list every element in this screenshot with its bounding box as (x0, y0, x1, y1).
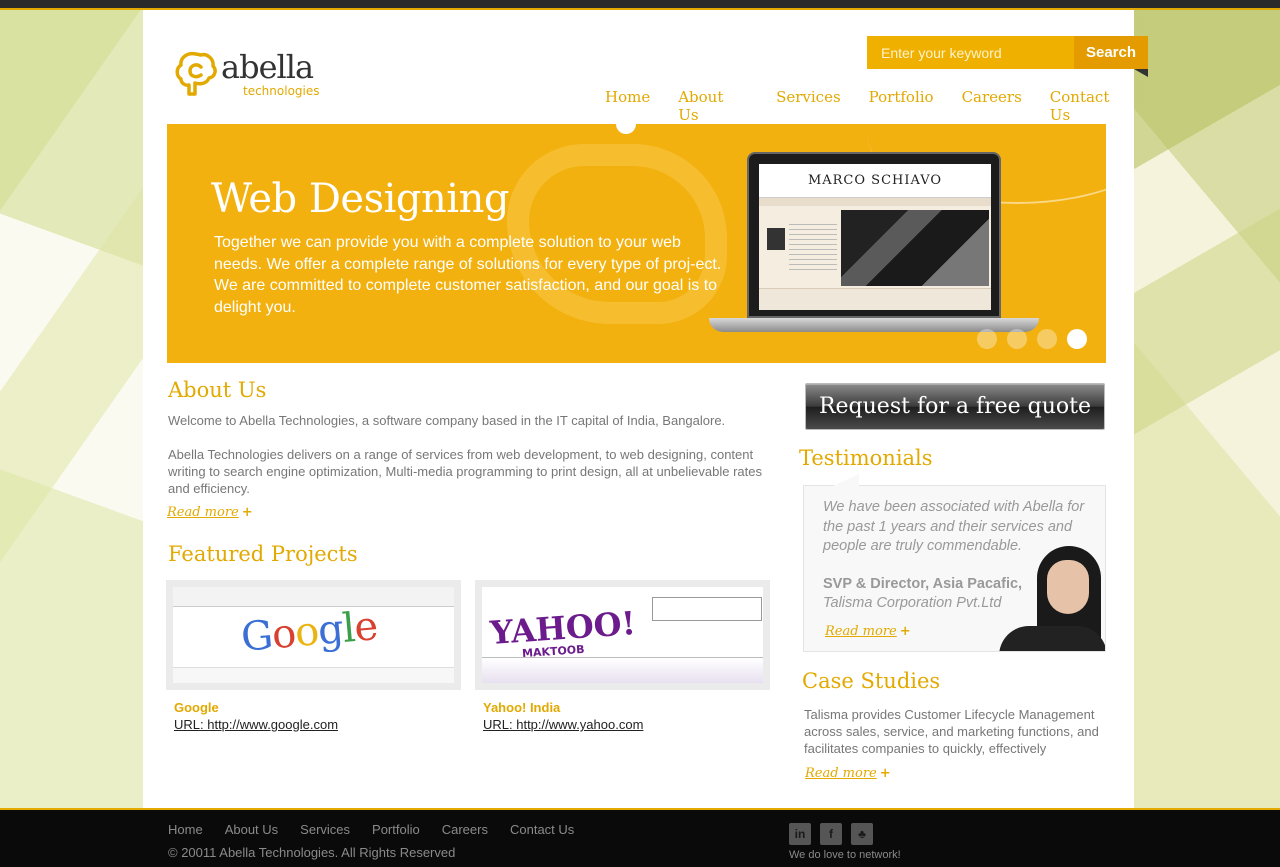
plus-icon: + (241, 505, 253, 520)
background-right (1134, 10, 1280, 810)
search-input[interactable] (867, 36, 1074, 69)
screen-site-avatar (767, 228, 785, 250)
about-read-more-link[interactable]: Read more + (167, 505, 253, 520)
testimonials-heading: Testimonials (799, 446, 933, 470)
footer-nav-portfolio[interactable]: Portfolio (372, 822, 420, 837)
case-studies-read-more-link[interactable]: Read more + (805, 766, 891, 781)
hero-title: Web Designing (211, 176, 509, 222)
hero-text: Together we can provide you with a compl… (214, 234, 722, 316)
google-logo: Google (239, 603, 379, 661)
main-nav: Home About Us Services Portfolio Careers… (605, 88, 1134, 124)
linkedin-icon[interactable]: in (789, 823, 811, 845)
slider-dot-1[interactable] (977, 329, 997, 349)
about-description: Abella Technologies delivers on a range … (168, 447, 762, 496)
testimonial-read-more-link[interactable]: Read more + (825, 624, 911, 639)
project-thumbnail-google: Google (173, 587, 454, 683)
hero-slider: Web Designing Together we can provide yo… (167, 124, 1106, 363)
nav-item-portfolio[interactable]: Portfolio (869, 88, 934, 124)
nav-item-careers[interactable]: Careers (962, 88, 1022, 124)
footer-nav-careers[interactable]: Careers (442, 822, 488, 837)
about-read-more-label: Read more (167, 505, 239, 520)
footer-nav: Home About Us Services Portfolio Careers… (168, 822, 574, 837)
project-card-google[interactable]: Google (166, 580, 461, 690)
slider-dot-3[interactable] (1037, 329, 1057, 349)
screen-site-photo (841, 210, 989, 286)
laptop-lid: MARCO SCHIAVO (747, 152, 1001, 318)
thumbnail-bottom-bar (482, 657, 763, 683)
screen-site-title: MARCO SCHIAVO (759, 164, 991, 198)
project-name-google: Google (174, 700, 219, 715)
photo-face (1047, 560, 1089, 614)
facebook-icon[interactable]: f (820, 823, 842, 845)
logo-mark-icon (175, 51, 217, 96)
project-thumbnail-yahoo: YAHOO! MAKTOOB (482, 587, 763, 683)
nav-item-contact-us[interactable]: Contact Us (1050, 88, 1134, 124)
footer-nav-contact-us[interactable]: Contact Us (510, 822, 574, 837)
slider-dot-4[interactable] (1067, 329, 1087, 349)
case-studies-read-more-label: Read more (805, 766, 877, 781)
hero-notch (616, 124, 636, 134)
project-name-yahoo: Yahoo! India (483, 700, 561, 715)
nav-item-home[interactable]: Home (605, 88, 650, 124)
search-bar: Search (867, 36, 1148, 77)
testimonial-photo (999, 546, 1105, 651)
logo-name: abella (221, 48, 314, 86)
project-card-yahoo[interactable]: YAHOO! MAKTOOB (475, 580, 770, 690)
thumbnail-search-box (652, 597, 762, 621)
top-rule (0, 0, 1280, 10)
screen-site-footer (759, 288, 991, 310)
thumbnail-toolbar (173, 587, 454, 607)
logo[interactable]: abella technologies (175, 46, 345, 102)
footer-nav-about-us[interactable]: About Us (225, 822, 278, 837)
footer: Home About Us Services Portfolio Careers… (0, 808, 1280, 867)
social-links: in f ♣ (789, 823, 873, 845)
logo-subtitle: technologies (243, 84, 320, 98)
testimonial-role: SVP & Director, Asia Pacafic, (823, 576, 1023, 592)
laptop-image: MARCO SCHIAVO (709, 152, 1039, 342)
thumbnail-searchbar (173, 667, 454, 683)
plus-icon: + (899, 624, 911, 639)
request-quote-button[interactable]: Request for a free quote (805, 383, 1105, 430)
nav-item-about-us[interactable]: About Us (678, 88, 748, 124)
featured-projects-heading: Featured Projects (168, 542, 358, 566)
background-left (0, 10, 143, 810)
project-url-yahoo[interactable]: URL: http://www.yahoo.com (483, 717, 643, 732)
search-button[interactable]: Search (1074, 36, 1148, 69)
testimonial-read-more-label: Read more (825, 624, 897, 639)
project-url-google[interactable]: URL: http://www.google.com (174, 717, 338, 732)
screen-site-text (789, 224, 837, 274)
myspace-icon[interactable]: ♣ (851, 823, 873, 845)
testimonial-tail (833, 474, 859, 486)
testimonial-company: Talisma Corporation Pvt.Ltd (823, 595, 1002, 611)
social-tagline: We do love to network! (789, 849, 901, 861)
page-container: abella technologies Search Home About Us… (143, 10, 1148, 810)
laptop-screen: MARCO SCHIAVO (759, 164, 991, 310)
nav-item-services[interactable]: Services (776, 88, 841, 124)
slider-dot-2[interactable] (1007, 329, 1027, 349)
slider-dots (977, 329, 1087, 349)
search-fold-decoration (1134, 69, 1148, 77)
footer-nav-services[interactable]: Services (300, 822, 350, 837)
about-intro: Welcome to Abella Technologies, a softwa… (168, 413, 726, 428)
testimonial-card: We have been associated with Abella for … (803, 485, 1106, 652)
plus-icon: + (879, 766, 891, 781)
case-studies-heading: Case Studies (802, 669, 941, 693)
about-heading: About Us (168, 378, 267, 402)
photo-shoulders (999, 626, 1105, 651)
case-studies-text: Talisma provides Customer Lifecycle Mana… (804, 707, 1099, 756)
copyright: © 20011 Abella Technologies. All Rights … (168, 845, 456, 860)
screen-site-menu (759, 198, 991, 206)
footer-nav-home[interactable]: Home (168, 822, 203, 837)
